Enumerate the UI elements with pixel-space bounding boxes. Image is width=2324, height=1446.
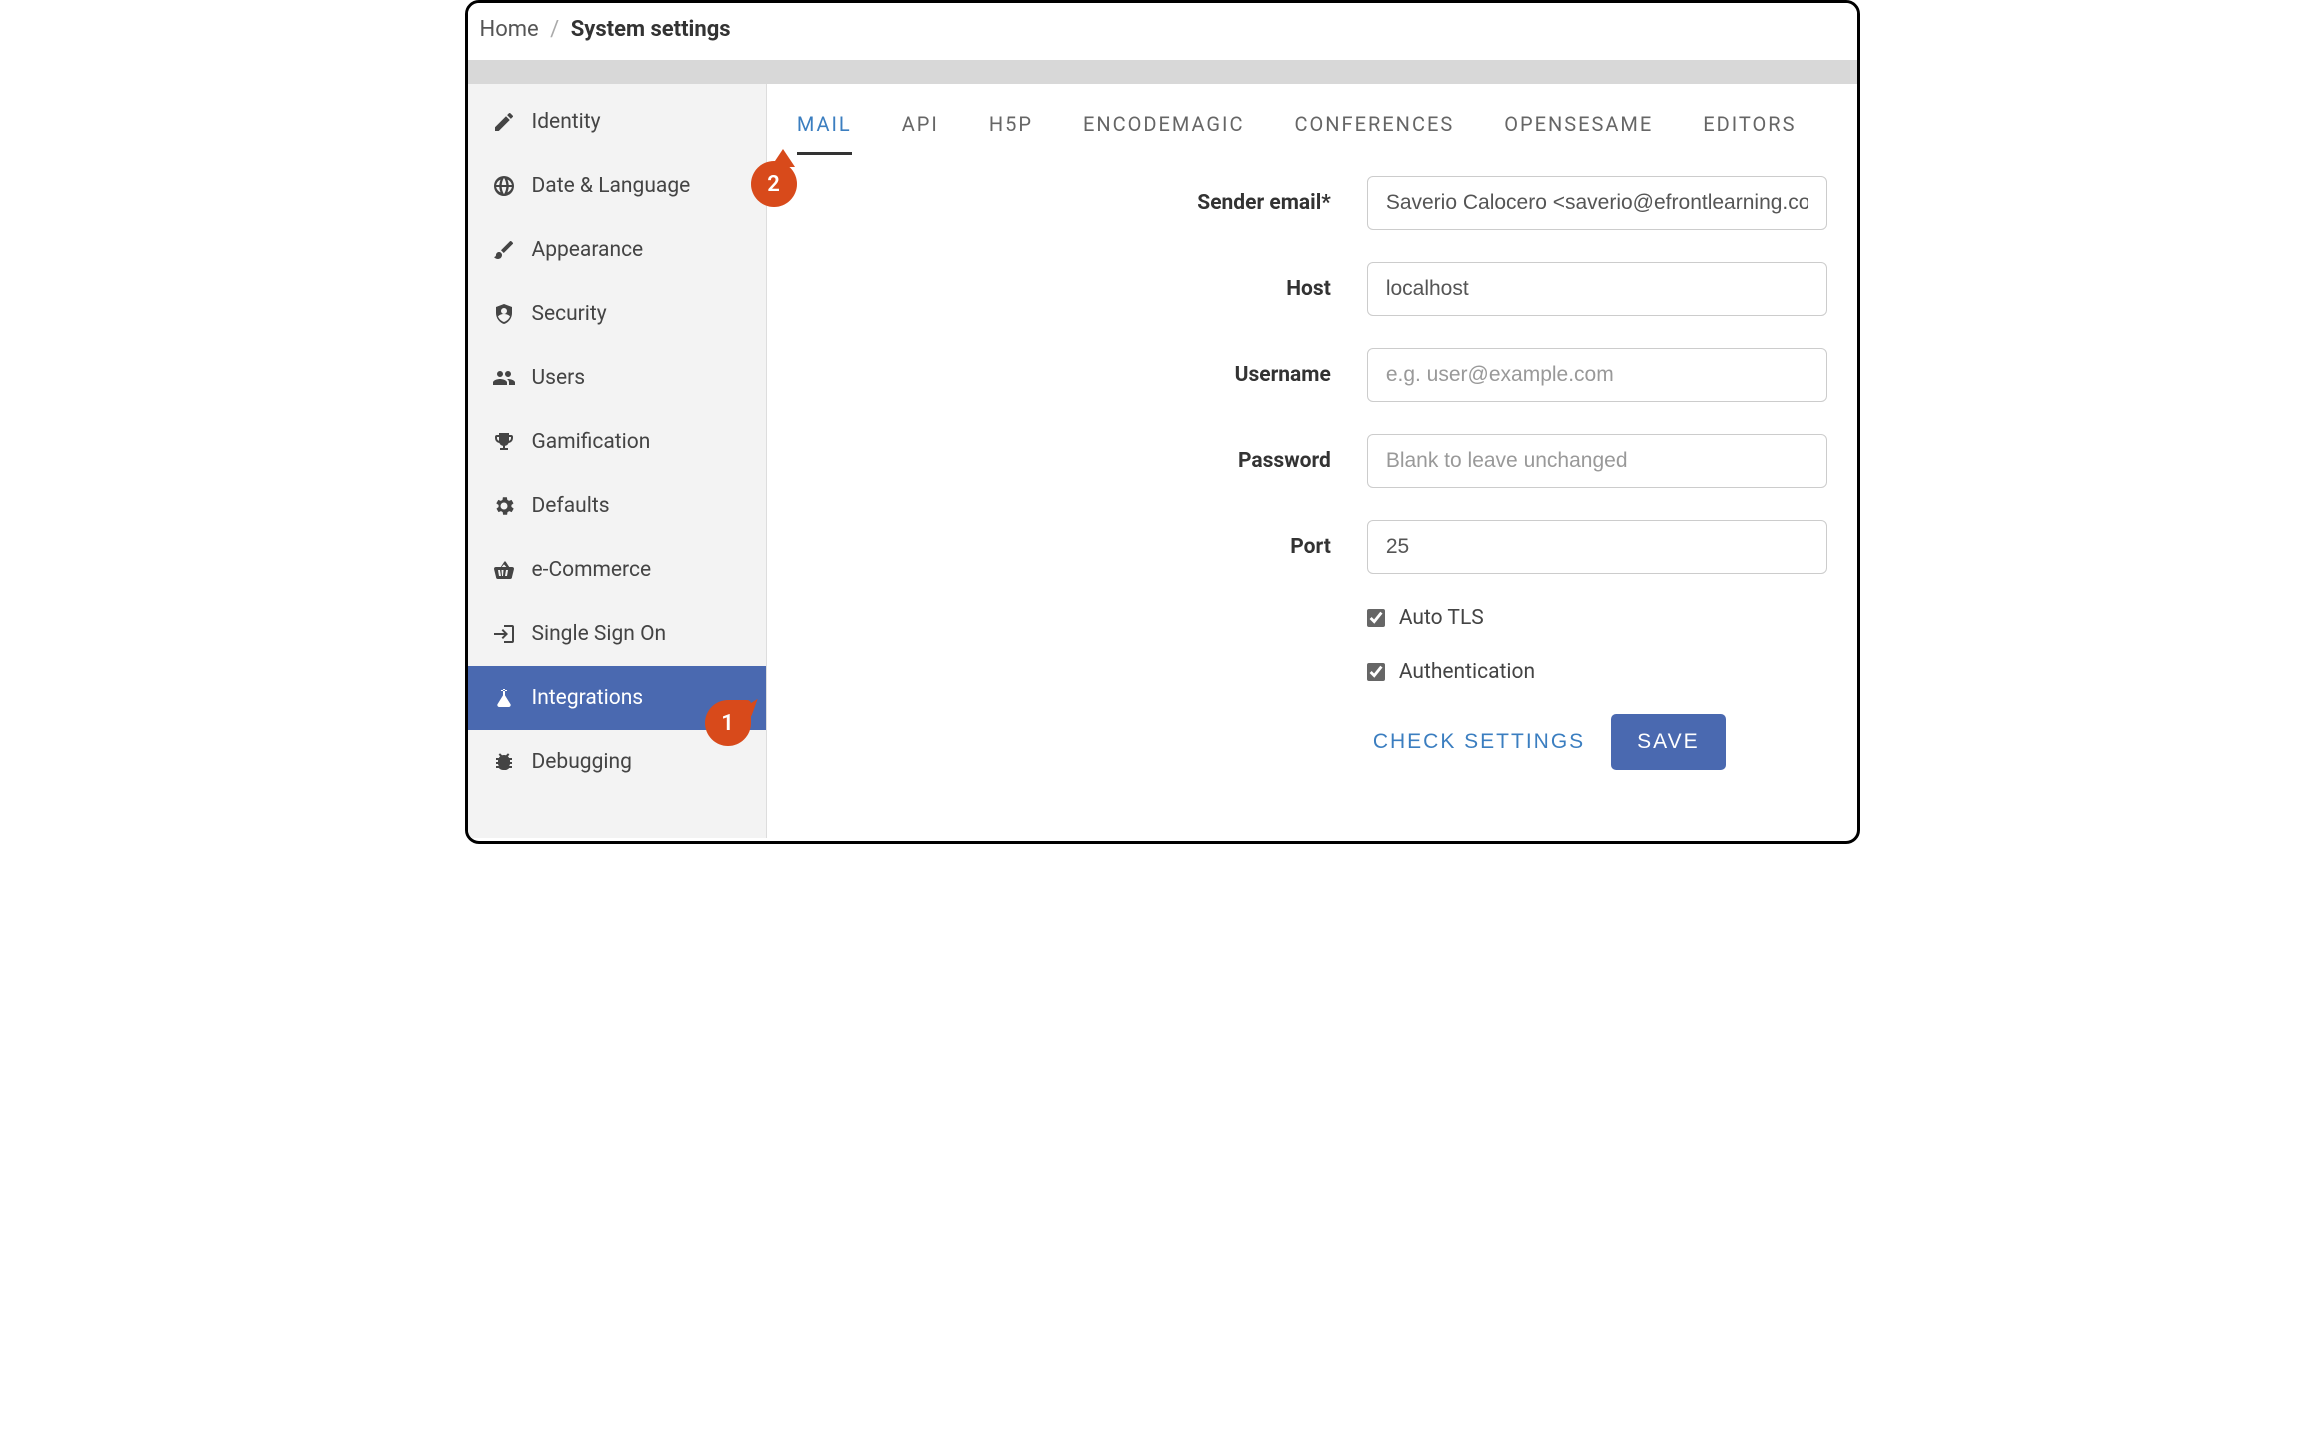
- port-label: Port: [767, 535, 1367, 559]
- password-input[interactable]: [1367, 434, 1827, 488]
- tab-conferences[interactable]: CONFERENCES: [1295, 112, 1455, 155]
- host-input[interactable]: [1367, 262, 1827, 316]
- username-label: Username: [767, 363, 1367, 387]
- sidebar-item-ecommerce[interactable]: e-Commerce: [468, 538, 766, 602]
- sidebar-item-label: Identity: [532, 110, 601, 134]
- edit-icon: [490, 110, 518, 134]
- tab-encodemagic[interactable]: ENCODEMAGIC: [1083, 112, 1245, 155]
- authentication-checkbox[interactable]: [1367, 663, 1385, 681]
- breadcrumb: Home / System settings: [468, 3, 1857, 60]
- sender-email-label: Sender email*: [767, 191, 1367, 215]
- save-button[interactable]: SAVE: [1611, 714, 1725, 770]
- sidebar-item-label: Security: [532, 302, 607, 326]
- bug-icon: [490, 750, 518, 774]
- mail-form: Sender email* Host Username: [767, 156, 1827, 770]
- brush-icon: [490, 238, 518, 262]
- sidebar-item-users[interactable]: Users: [468, 346, 766, 410]
- sidebar-item-appearance[interactable]: Appearance: [468, 218, 766, 282]
- authentication-label: Authentication: [1399, 660, 1535, 684]
- sidebar-item-label: Users: [532, 366, 586, 390]
- gears-icon: [490, 494, 518, 518]
- sidebar-item-label: Integrations: [532, 686, 644, 710]
- autotls-checkbox[interactable]: [1367, 609, 1385, 627]
- tabs: MAIL API H5P ENCODEMAGIC CONFERENCES OPE…: [767, 84, 1827, 156]
- password-label: Password: [767, 449, 1367, 473]
- autotls-label: Auto TLS: [1399, 606, 1484, 630]
- breadcrumb-current: System settings: [571, 17, 731, 42]
- signin-icon: [490, 622, 518, 646]
- flask-icon: [490, 686, 518, 710]
- sidebar-item-label: Debugging: [532, 750, 632, 774]
- annotation-bubble-1: 1: [705, 700, 751, 746]
- sidebar-item-label: Defaults: [532, 494, 610, 518]
- sidebar-item-gamification[interactable]: Gamification: [468, 410, 766, 474]
- incognito-icon: [490, 302, 518, 326]
- annotation-number: 1: [721, 711, 734, 736]
- sidebar-item-label: Gamification: [532, 430, 651, 454]
- sender-email-input[interactable]: [1367, 176, 1827, 230]
- sidebar-item-sso[interactable]: Single Sign On: [468, 602, 766, 666]
- sidebar-item-identity[interactable]: Identity: [468, 90, 766, 154]
- check-settings-button[interactable]: CHECK SETTINGS: [1367, 716, 1591, 768]
- annotation-bubble-2: 2: [751, 161, 797, 207]
- trophy-icon: [490, 430, 518, 454]
- tab-h5p[interactable]: H5P: [989, 112, 1033, 155]
- basket-icon: [490, 558, 518, 582]
- username-input[interactable]: [1367, 348, 1827, 402]
- globe-icon: [490, 174, 518, 198]
- sidebar-item-security[interactable]: Security: [468, 282, 766, 346]
- tab-mail[interactable]: MAIL: [797, 112, 852, 155]
- tab-editors[interactable]: EDITORS: [1703, 112, 1796, 155]
- sidebar-item-label: Date & Language: [532, 174, 691, 198]
- tab-opensesame[interactable]: OPENSESAME: [1504, 112, 1653, 155]
- tab-api[interactable]: API: [902, 112, 939, 155]
- sidebar-item-label: Appearance: [532, 238, 644, 262]
- port-input[interactable]: [1367, 520, 1827, 574]
- breadcrumb-home[interactable]: Home: [480, 17, 539, 42]
- breadcrumb-separator: /: [550, 17, 559, 42]
- sidebar-item-label: Single Sign On: [532, 622, 667, 646]
- divider-bar: [468, 60, 1857, 84]
- main-panel: MAIL API H5P ENCODEMAGIC CONFERENCES OPE…: [767, 84, 1857, 838]
- users-icon: [490, 366, 518, 390]
- host-label: Host: [767, 277, 1367, 301]
- sidebar-item-date-language[interactable]: Date & Language: [468, 154, 766, 218]
- annotation-number: 2: [767, 172, 780, 197]
- sidebar-item-defaults[interactable]: Defaults: [468, 474, 766, 538]
- sidebar-item-label: e-Commerce: [532, 558, 652, 582]
